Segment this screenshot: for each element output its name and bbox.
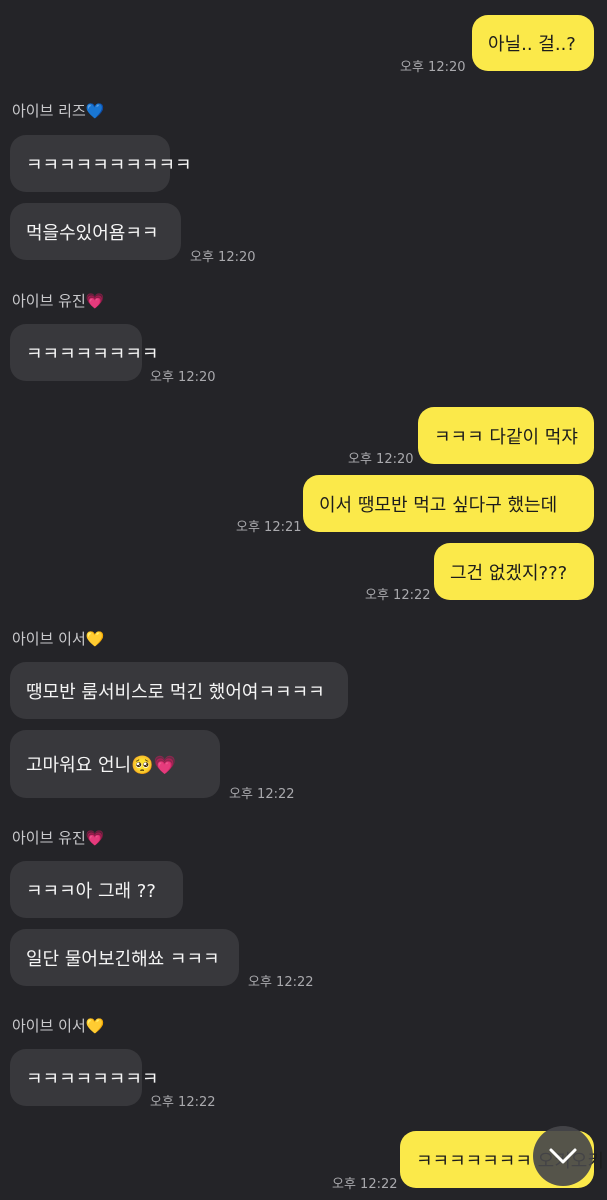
message-time: 오후 12:22 (365, 588, 431, 603)
incoming-message[interactable]: 먹을수있어욤ㅋㅋ (10, 203, 181, 260)
message-time: 오후 12:22 (248, 975, 314, 990)
sender-name: 아이브 유진💗 (12, 829, 105, 847)
incoming-message[interactable]: ㅋㅋㅋㅋㅋㅋㅋㅋㅋㅋ (10, 135, 192, 192)
chevron-down-icon (549, 1148, 577, 1164)
outgoing-message[interactable]: 아닐.. 걸..? (472, 15, 594, 71)
message-time: 오후 12:22 (150, 1095, 216, 1110)
message-time: 오후 12:20 (348, 452, 414, 467)
incoming-message[interactable]: ㅋㅋㅋ아 그래 ?? (10, 861, 183, 918)
message-time: 오후 12:22 (229, 787, 295, 802)
sender-name: 아이브 이서💛 (12, 630, 105, 648)
outgoing-message[interactable]: ㅋㅋㅋ 다같이 먹쟈 (418, 407, 594, 464)
message-time: 오후 12:22 (332, 1177, 398, 1192)
incoming-message[interactable]: 땡모반 룸서비스로 먹긴 했어여ㅋㅋㅋㅋ (10, 662, 348, 719)
incoming-message[interactable]: 고마워요 언니🥺💗 (10, 730, 220, 798)
message-time: 오후 12:21 (236, 520, 302, 535)
scroll-to-bottom-button[interactable] (533, 1126, 593, 1186)
sender-name: 아이브 이서💛 (12, 1017, 105, 1035)
message-time: 오후 12:20 (150, 370, 216, 385)
incoming-message[interactable]: ㅋㅋㅋㅋㅋㅋㅋㅋ (10, 1049, 158, 1106)
incoming-message[interactable]: ㅋㅋㅋㅋㅋㅋㅋㅋ (10, 324, 158, 381)
sender-name: 아이브 리즈💙 (12, 102, 105, 120)
message-time: 오후 12:20 (190, 250, 256, 265)
sender-name: 아이브 유진💗 (12, 292, 105, 310)
incoming-message[interactable]: 일단 물어보긴해쑈 ㅋㅋㅋ (10, 929, 239, 986)
outgoing-message[interactable]: 이서 땡모반 먹고 싶다구 했는데 (303, 475, 594, 532)
outgoing-message[interactable]: 그건 없겠지??? (434, 543, 594, 600)
message-time: 오후 12:20 (400, 60, 466, 75)
